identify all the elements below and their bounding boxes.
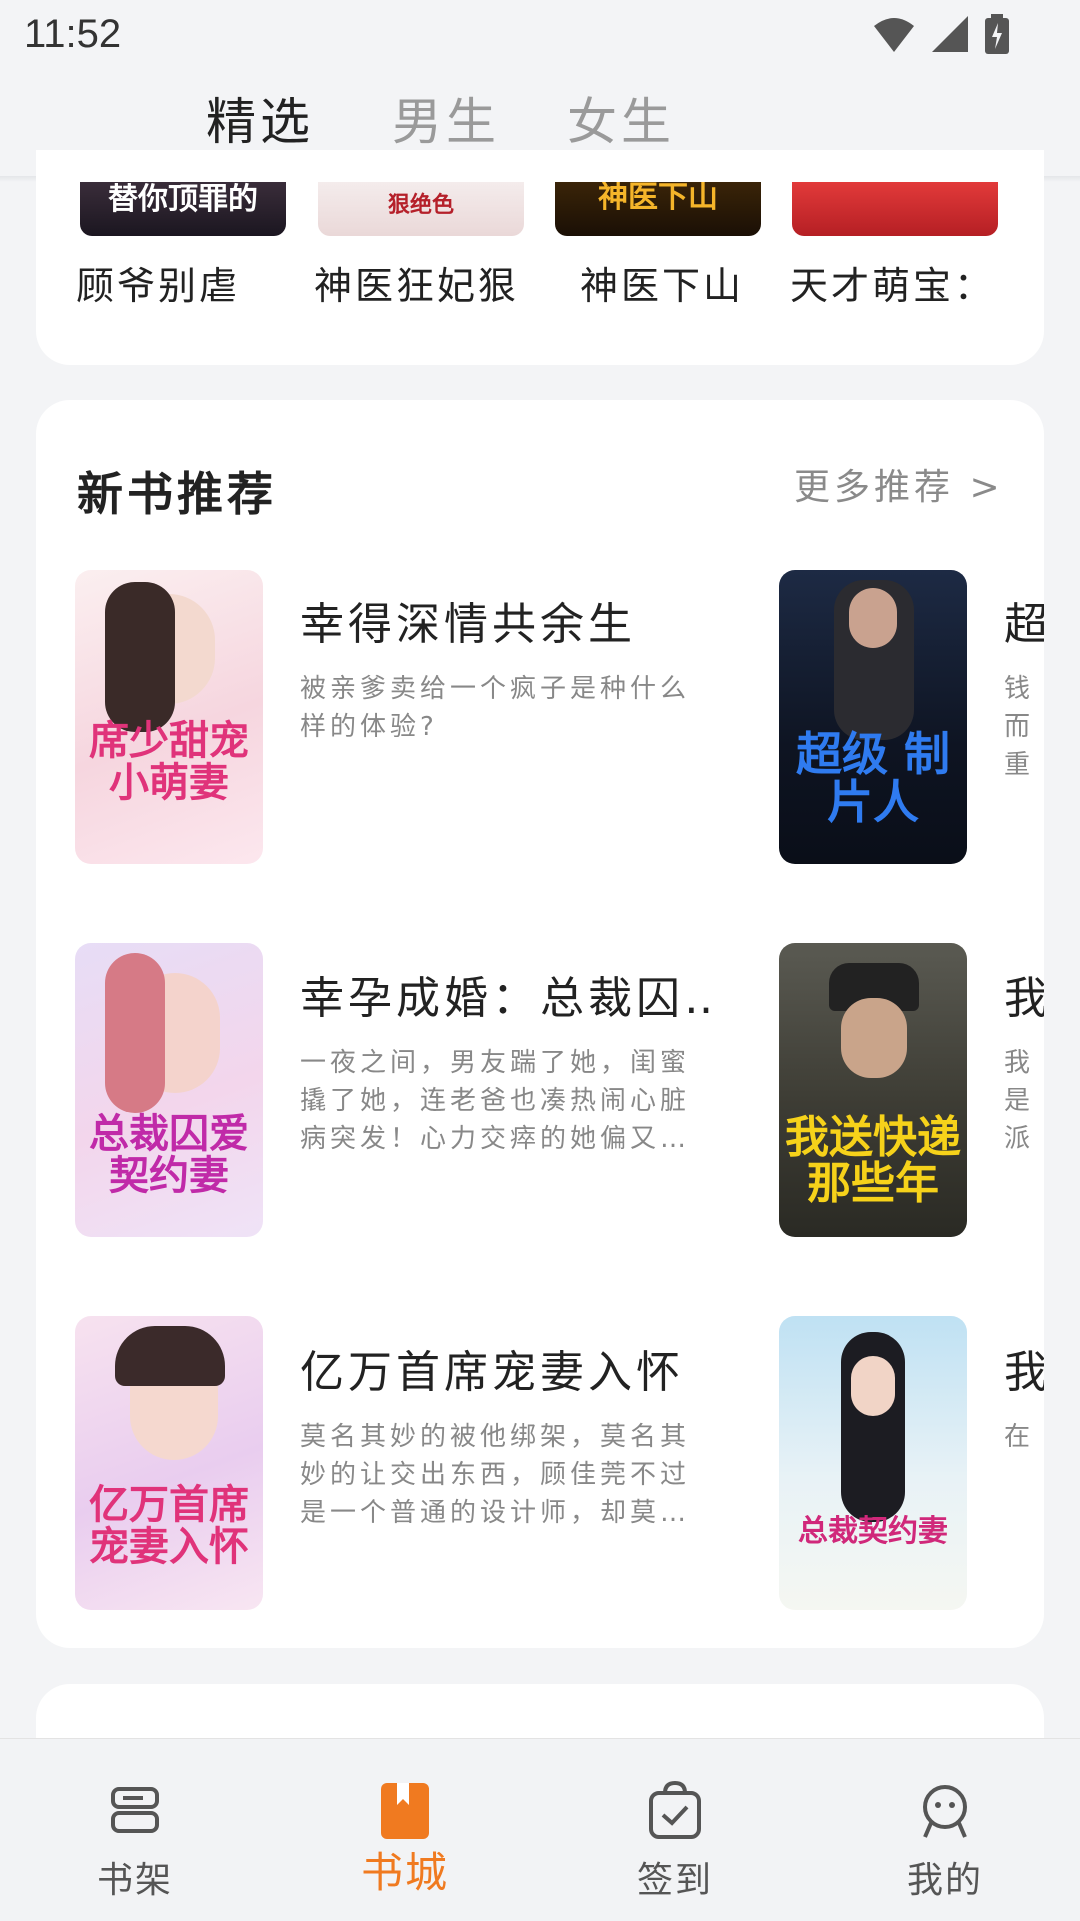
book-cover[interactable]: 狠绝色 bbox=[318, 182, 524, 236]
book-description: 一夜之间，男友踹了她，闺蜜撬了她，连老爸也凑热闹心脏病突发！心力交瘁的她偏又… bbox=[300, 1048, 691, 1154]
bottom-nav: 书架 书城 签到 我的 bbox=[0, 1738, 1080, 1921]
book-cover[interactable] bbox=[792, 182, 998, 236]
book-cover[interactable]: 亿万首席 宠妻入怀 bbox=[75, 1316, 263, 1610]
book-cover[interactable]: 总裁契约妻 bbox=[779, 1316, 967, 1610]
book-title[interactable]: 神医狂妃狠 bbox=[314, 255, 519, 310]
book-title[interactable]: 亿万首席宠妻入怀 bbox=[300, 1336, 710, 1400]
nav-bookstore[interactable]: 书城 bbox=[270, 1739, 540, 1921]
tab-male[interactable]: 男生 bbox=[392, 82, 500, 154]
bookshelf-icon bbox=[111, 1787, 159, 1833]
book-title[interactable]: 我 bbox=[1004, 962, 1044, 1026]
nav-checkin[interactable]: 签到 bbox=[540, 1739, 810, 1921]
book-description: 我是 派单 的女 bbox=[1004, 1048, 1035, 1154]
nav-label: 书架 bbox=[96, 1860, 173, 1901]
book-description: 在占 bbox=[1004, 1422, 1035, 1452]
section-title: 新书推荐 bbox=[77, 467, 277, 521]
battery-icon bbox=[985, 14, 1009, 54]
book-cover[interactable]: 超级 制片人 bbox=[779, 570, 967, 864]
book-description: 莫名其妙的被他绑架，莫名其妙的让交出东西，顾佳莞不过是一个普通的设计师，却莫… bbox=[300, 1422, 691, 1528]
book-cover[interactable]: 我送快递 那些年 bbox=[779, 943, 967, 1237]
bookstore-icon bbox=[381, 1783, 429, 1839]
more-recommendations-link[interactable]: 更多推荐 > bbox=[794, 458, 1004, 510]
tab-featured[interactable]: 精选 bbox=[206, 82, 314, 154]
book-cover[interactable]: 总裁囚爱 契约妻 bbox=[75, 943, 263, 1237]
profile-icon bbox=[923, 1785, 967, 1838]
book-title[interactable]: 顾爷别虐 bbox=[76, 255, 240, 310]
status-time: 11:52 bbox=[24, 12, 122, 56]
nav-label: 书城 bbox=[360, 1848, 449, 1897]
nav-profile[interactable]: 我的 bbox=[810, 1739, 1080, 1921]
book-title[interactable]: 幸得深情共余生 bbox=[300, 588, 700, 652]
wifi-icon bbox=[874, 18, 914, 52]
status-icons bbox=[872, 14, 1010, 54]
book-title[interactable]: 超 bbox=[1004, 588, 1044, 652]
book-title[interactable]: 天才萌宝： bbox=[790, 255, 995, 310]
signal-icon bbox=[932, 16, 968, 52]
nav-label: 签到 bbox=[636, 1860, 713, 1901]
checkin-icon bbox=[649, 1780, 701, 1839]
book-description: 钱而 重生 接手 bbox=[1004, 674, 1035, 780]
book-title[interactable]: 神医下山 bbox=[580, 255, 744, 310]
book-title[interactable]: 幸孕成婚：总裁囚… bbox=[300, 962, 710, 1026]
nav-label: 我的 bbox=[906, 1860, 983, 1901]
book-cover[interactable]: 替你顶罪的 bbox=[80, 182, 286, 236]
status-bar: 11:52 bbox=[0, 0, 1080, 72]
book-description: 被亲爹卖给一个疯子是种什么样的体验? bbox=[300, 674, 691, 742]
tab-female[interactable]: 女生 bbox=[567, 82, 675, 154]
book-cover[interactable]: 神医下山 bbox=[555, 182, 761, 236]
nav-bookshelf[interactable]: 书架 bbox=[0, 1739, 270, 1921]
book-title[interactable]: 我 bbox=[1004, 1336, 1044, 1400]
book-cover[interactable]: 席少甜宠 小萌妻 bbox=[75, 570, 263, 864]
